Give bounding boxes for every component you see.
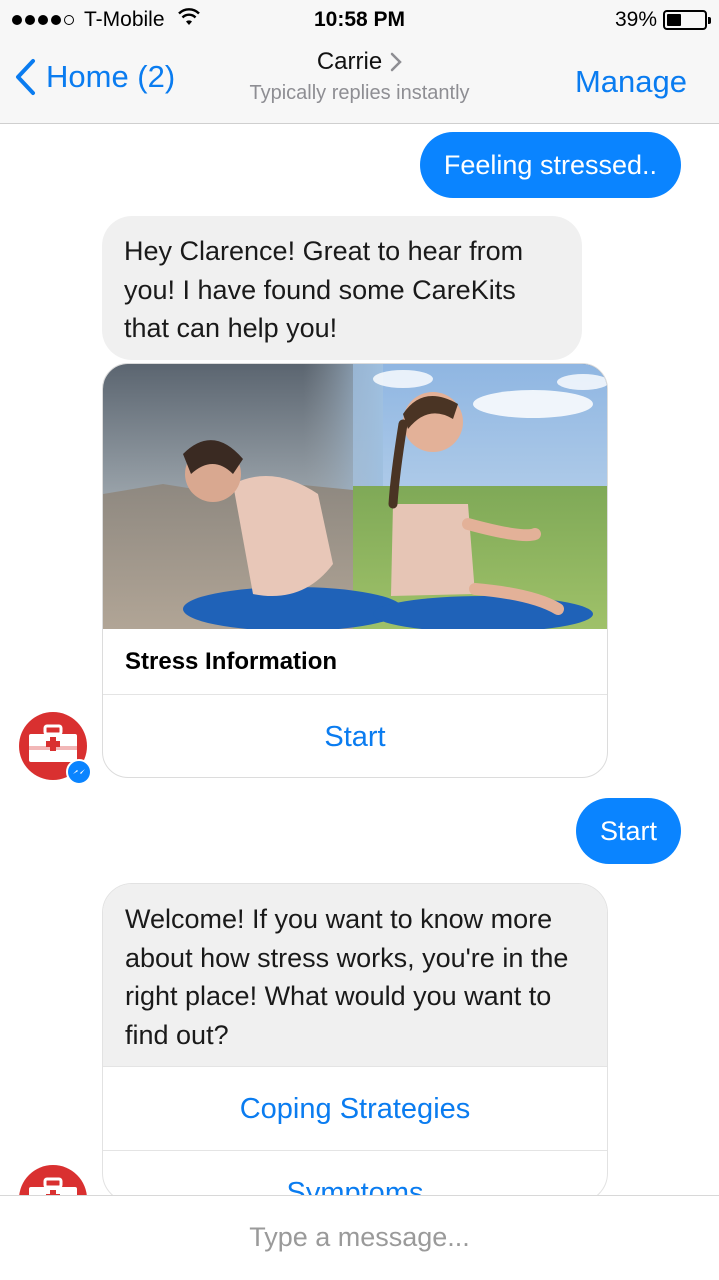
bot-avatar[interactable] — [19, 1165, 87, 1195]
chat-thread[interactable]: Feeling stressed.. Hey Clarence! Great t… — [0, 125, 719, 1195]
card-start-button[interactable]: Start — [103, 695, 607, 777]
battery-icon — [663, 10, 711, 30]
status-bar: T-Mobile 10:58 PM 39% — [0, 0, 719, 40]
nav-bar: Home (2) Carrie Typically replies instan… — [0, 40, 719, 124]
manage-button[interactable]: Manage — [575, 64, 687, 100]
conversation-title: Carrie — [316, 48, 383, 75]
option-symptoms[interactable]: Symptoms — [103, 1150, 607, 1195]
message-input[interactable]: Type a message... — [0, 1222, 719, 1253]
carekit-card: Stress Information Start — [102, 363, 608, 778]
status-right: 39% — [614, 8, 711, 32]
messenger-badge-icon — [66, 759, 92, 785]
stress-illustration-image — [103, 364, 607, 629]
welcome-message: Welcome! If you want to know more about … — [103, 884, 607, 1066]
card-title: Stress Information — [103, 629, 607, 695]
option-coping-strategies[interactable]: Coping Strategies — [103, 1066, 607, 1150]
first-aid-kit-icon — [29, 1177, 77, 1195]
incoming-message: Hey Clarence! Great to hear from you! I … — [102, 216, 582, 360]
chevron-right-icon — [390, 52, 402, 72]
outgoing-message: Feeling stressed.. — [419, 132, 681, 198]
status-time: 10:58 PM — [313, 8, 406, 31]
battery-percent: 39% — [614, 8, 657, 31]
welcome-card: Welcome! If you want to know more about … — [102, 883, 608, 1195]
message-composer[interactable]: Type a message... — [0, 1195, 719, 1280]
outgoing-message: Start — [575, 798, 681, 864]
battery-fill — [667, 14, 682, 26]
